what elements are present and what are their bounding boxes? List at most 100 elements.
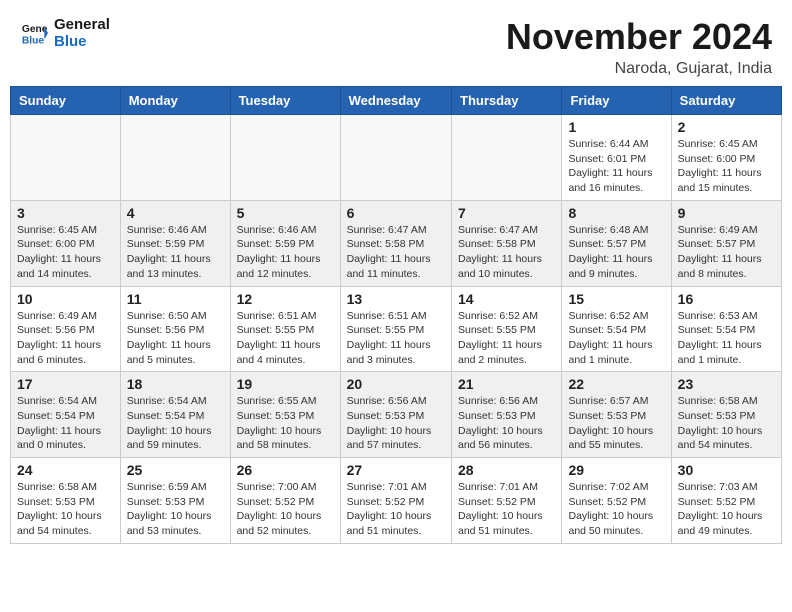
day-number: 20 <box>347 376 445 392</box>
day-info: Sunrise: 6:48 AM Sunset: 5:57 PM Dayligh… <box>568 223 664 282</box>
day-number: 19 <box>237 376 334 392</box>
cal-cell-2: 2Sunrise: 6:45 AM Sunset: 6:00 PM Daylig… <box>671 115 781 201</box>
cal-cell-11: 11 Sunrise: 6:50 AM Sunset: 5:56 PM Dayli… <box>120 286 230 372</box>
day-number: 3 <box>17 205 114 221</box>
day-number: 23 <box>678 376 775 392</box>
day-header-saturday: Saturday <box>671 87 781 115</box>
day-number: 21 <box>458 376 555 392</box>
day-info: Sunrise: 6:59 AM Sunset: 5:53 PM Dayligh… <box>127 480 224 539</box>
cal-cell-29: 29 Sunrise: 7:02 AM Sunset: 5:52 PM Dayli… <box>562 458 671 544</box>
day-number: 26 <box>237 462 334 478</box>
day-number: 6 <box>347 205 445 221</box>
day-header-tuesday: Tuesday <box>230 87 340 115</box>
day-number: 17 <box>17 376 114 392</box>
day-number: 22 <box>568 376 664 392</box>
week-row-5: 24 Sunrise: 6:58 AM Sunset: 5:53 PM Dayli… <box>11 458 782 544</box>
day-info: Sunrise: 6:51 AM Sunset: 5:55 PM Dayligh… <box>237 309 334 368</box>
week-row-2: 3 Sunrise: 6:45 AM Sunset: 6:00 PM Daylig… <box>11 200 782 286</box>
day-number: 24 <box>17 462 114 478</box>
day-info: Sunrise: 6:49 AM Sunset: 5:57 PM Dayligh… <box>678 223 775 282</box>
day-number: 5 <box>237 205 334 221</box>
day-info: Sunrise: 7:00 AM Sunset: 5:52 PM Dayligh… <box>237 480 334 539</box>
cal-cell-28: 28 Sunrise: 7:01 AM Sunset: 5:52 PM Dayli… <box>452 458 562 544</box>
day-number: 7 <box>458 205 555 221</box>
day-info: Sunrise: 7:01 AM Sunset: 5:52 PM Dayligh… <box>347 480 445 539</box>
day-info: Sunrise: 6:58 AM Sunset: 5:53 PM Dayligh… <box>678 394 775 453</box>
cal-cell-14: 14Sunrise: 6:52 AM Sunset: 5:55 PM Dayli… <box>452 286 562 372</box>
day-info: Sunrise: 6:56 AM Sunset: 5:53 PM Dayligh… <box>458 394 555 453</box>
cal-cell-16: 16Sunrise: 6:53 AM Sunset: 5:54 PM Dayli… <box>671 286 781 372</box>
day-header-sunday: Sunday <box>11 87 121 115</box>
cal-cell-24: 24 Sunrise: 6:58 AM Sunset: 5:53 PM Dayli… <box>11 458 121 544</box>
day-header-thursday: Thursday <box>452 87 562 115</box>
day-number: 10 <box>17 291 114 307</box>
cal-cell-empty-3 <box>340 115 451 201</box>
day-info: Sunrise: 6:57 AM Sunset: 5:53 PM Dayligh… <box>568 394 664 453</box>
location: Naroda, Gujarat, India <box>506 60 772 78</box>
cal-cell-25: 25Sunrise: 6:59 AM Sunset: 5:53 PM Dayli… <box>120 458 230 544</box>
cal-cell-8: 8Sunrise: 6:48 AM Sunset: 5:57 PM Daylig… <box>562 200 671 286</box>
day-info: Sunrise: 7:03 AM Sunset: 5:52 PM Dayligh… <box>678 480 775 539</box>
day-number: 4 <box>127 205 224 221</box>
day-info: Sunrise: 6:54 AM Sunset: 5:54 PM Dayligh… <box>17 394 114 453</box>
day-info: Sunrise: 6:46 AM Sunset: 5:59 PM Dayligh… <box>127 223 224 282</box>
cal-cell-17: 17 Sunrise: 6:54 AM Sunset: 5:54 PM Dayli… <box>11 372 121 458</box>
week-row-3: 10 Sunrise: 6:49 AM Sunset: 5:56 PM Dayli… <box>11 286 782 372</box>
svg-text:General: General <box>22 24 48 35</box>
page-header: General Blue General Blue November 2024 … <box>0 0 792 86</box>
week-row-1: 1 Sunrise: 6:44 AM Sunset: 6:01 PM Daylig… <box>11 115 782 201</box>
day-number: 29 <box>568 462 664 478</box>
day-info: Sunrise: 6:44 AM Sunset: 6:01 PM Dayligh… <box>568 137 664 196</box>
calendar-table: SundayMondayTuesdayWednesdayThursdayFrid… <box>10 86 782 544</box>
day-info: Sunrise: 6:50 AM Sunset: 5:56 PM Dayligh… <box>127 309 224 368</box>
day-info: Sunrise: 6:47 AM Sunset: 5:58 PM Dayligh… <box>458 223 555 282</box>
day-number: 9 <box>678 205 775 221</box>
cal-cell-13: 13Sunrise: 6:51 AM Sunset: 5:55 PM Dayli… <box>340 286 451 372</box>
cal-cell-9: 9 Sunrise: 6:49 AM Sunset: 5:57 PM Daylig… <box>671 200 781 286</box>
svg-text:Blue: Blue <box>22 35 45 46</box>
day-number: 12 <box>237 291 334 307</box>
cal-cell-21: 21 Sunrise: 6:56 AM Sunset: 5:53 PM Dayli… <box>452 372 562 458</box>
cal-cell-empty-4 <box>452 115 562 201</box>
day-header-wednesday: Wednesday <box>340 87 451 115</box>
day-info: Sunrise: 6:45 AM Sunset: 6:00 PM Dayligh… <box>17 223 114 282</box>
day-info: Sunrise: 6:56 AM Sunset: 5:53 PM Dayligh… <box>347 394 445 453</box>
week-row-4: 17 Sunrise: 6:54 AM Sunset: 5:54 PM Dayli… <box>11 372 782 458</box>
logo-general: General <box>54 16 110 33</box>
day-info: Sunrise: 6:46 AM Sunset: 5:59 PM Dayligh… <box>237 223 334 282</box>
day-number: 28 <box>458 462 555 478</box>
cal-cell-22: 22 Sunrise: 6:57 AM Sunset: 5:53 PM Dayli… <box>562 372 671 458</box>
day-info: Sunrise: 6:52 AM Sunset: 5:54 PM Dayligh… <box>568 309 664 368</box>
logo-blue: Blue <box>54 33 110 50</box>
day-header-friday: Friday <box>562 87 671 115</box>
day-info: Sunrise: 6:58 AM Sunset: 5:53 PM Dayligh… <box>17 480 114 539</box>
cal-cell-7: 7 Sunrise: 6:47 AM Sunset: 5:58 PM Daylig… <box>452 200 562 286</box>
cal-cell-30: 30 Sunrise: 7:03 AM Sunset: 5:52 PM Dayli… <box>671 458 781 544</box>
day-number: 1 <box>568 119 664 135</box>
calendar-header-row: SundayMondayTuesdayWednesdayThursdayFrid… <box>11 87 782 115</box>
day-number: 13 <box>347 291 445 307</box>
cal-cell-15: 15Sunrise: 6:52 AM Sunset: 5:54 PM Dayli… <box>562 286 671 372</box>
cal-cell-4: 4 Sunrise: 6:46 AM Sunset: 5:59 PM Daylig… <box>120 200 230 286</box>
day-number: 18 <box>127 376 224 392</box>
day-number: 30 <box>678 462 775 478</box>
cal-cell-26: 26 Sunrise: 7:00 AM Sunset: 5:52 PM Dayli… <box>230 458 340 544</box>
title-section: November 2024 Naroda, Gujarat, India <box>506 16 772 78</box>
day-info: Sunrise: 7:02 AM Sunset: 5:52 PM Dayligh… <box>568 480 664 539</box>
day-info: Sunrise: 7:01 AM Sunset: 5:52 PM Dayligh… <box>458 480 555 539</box>
cal-cell-20: 20 Sunrise: 6:56 AM Sunset: 5:53 PM Dayli… <box>340 372 451 458</box>
cal-cell-empty-2 <box>230 115 340 201</box>
cal-cell-3: 3 Sunrise: 6:45 AM Sunset: 6:00 PM Daylig… <box>11 200 121 286</box>
cal-cell-27: 27 Sunrise: 7:01 AM Sunset: 5:52 PM Dayli… <box>340 458 451 544</box>
cal-cell-empty-0 <box>11 115 121 201</box>
day-number: 11 <box>127 291 224 307</box>
day-info: Sunrise: 6:47 AM Sunset: 5:58 PM Dayligh… <box>347 223 445 282</box>
day-info: Sunrise: 6:53 AM Sunset: 5:54 PM Dayligh… <box>678 309 775 368</box>
logo: General Blue General Blue <box>20 16 110 50</box>
day-info: Sunrise: 6:55 AM Sunset: 5:53 PM Dayligh… <box>237 394 334 453</box>
cal-cell-18: 18Sunrise: 6:54 AM Sunset: 5:54 PM Dayli… <box>120 372 230 458</box>
cal-cell-empty-1 <box>120 115 230 201</box>
day-number: 27 <box>347 462 445 478</box>
month-title: November 2024 <box>506 16 772 58</box>
day-info: Sunrise: 6:49 AM Sunset: 5:56 PM Dayligh… <box>17 309 114 368</box>
